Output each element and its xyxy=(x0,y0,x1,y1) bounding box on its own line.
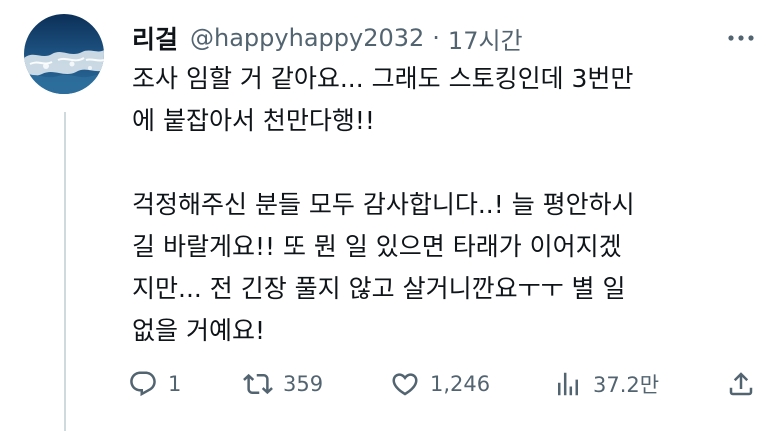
user-handle[interactable]: @happyhappy2032 xyxy=(190,24,424,52)
reply-count: 1 xyxy=(168,372,182,396)
views-count: 37.2만 xyxy=(593,373,660,397)
tweet-line: 걱정해주신 분들 모두 감사합니다..! 늘 평안하시 xyxy=(132,190,635,219)
tweet-paragraph-gap xyxy=(132,142,732,184)
tweet-text: 조사 임할 거 같아요... 그래도 스토킹인데 3번만 에 붙잡아서 천만다행… xyxy=(132,58,732,352)
tweet-line: 없을 거예요! xyxy=(132,316,265,345)
tweet-line: 길 바랄게요!! 또 뭔 일 있으면 타래가 이어지겠 xyxy=(132,232,622,261)
tweet-line: 조사 임할 거 같아요... 그래도 스토킹인데 3번만 xyxy=(132,64,634,93)
reply-icon xyxy=(130,371,156,397)
reply-button[interactable]: 1 xyxy=(128,360,181,408)
views-button[interactable]: 37.2만 xyxy=(553,360,659,408)
more-icon xyxy=(728,35,754,41)
tweet-line: 에 붙잡아서 천만다행!! xyxy=(132,106,375,135)
more-options-button[interactable] xyxy=(721,24,761,52)
action-bar: 1 359 1,246 37.2만 xyxy=(128,360,762,408)
like-count: 1,246 xyxy=(430,372,491,396)
tweet-header: 리걸 @happyhappy2032 · 17시간 xyxy=(132,18,761,58)
thread-line xyxy=(64,112,66,431)
tweet-line: 지만... 전 긴장 풀지 않고 살거니깐요ㅜㅜ 별 일 xyxy=(132,274,626,303)
separator-dot: · xyxy=(432,24,440,52)
share-icon xyxy=(729,372,753,396)
ocean-wave-avatar xyxy=(24,14,104,94)
views-icon xyxy=(558,372,578,396)
retweet-button[interactable]: 359 xyxy=(243,360,323,408)
display-name[interactable]: 리걸 xyxy=(132,20,178,56)
share-button[interactable] xyxy=(726,360,756,408)
heart-icon xyxy=(392,373,418,396)
retweet-count: 359 xyxy=(283,372,324,396)
retweet-icon xyxy=(243,373,273,395)
avatar[interactable] xyxy=(24,14,104,94)
like-button[interactable]: 1,246 xyxy=(390,360,490,408)
timestamp[interactable]: 17시간 xyxy=(448,21,523,56)
